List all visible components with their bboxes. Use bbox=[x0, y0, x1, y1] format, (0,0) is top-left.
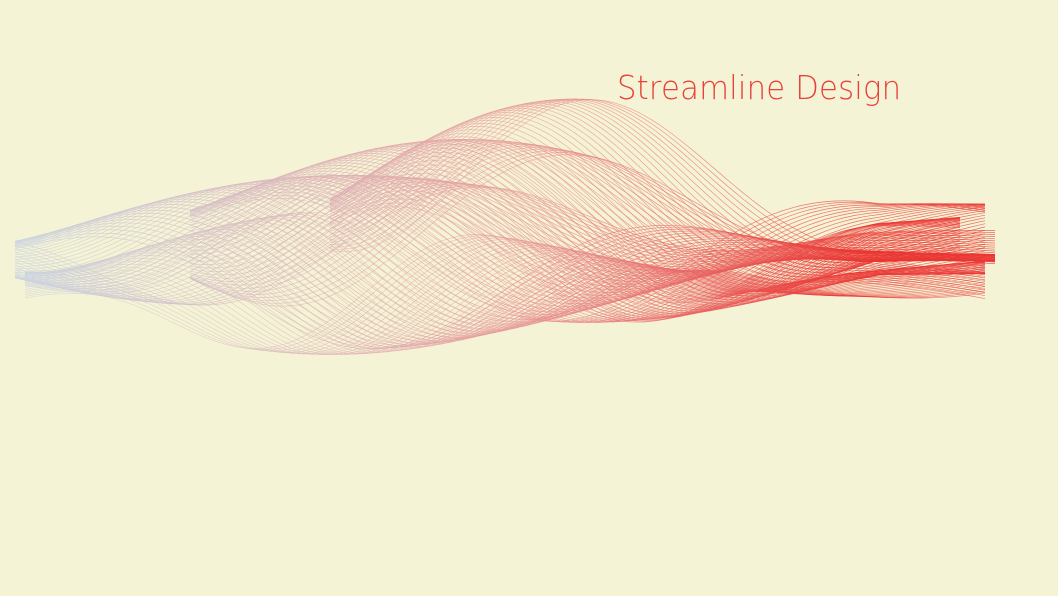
page-title: Streamline Design bbox=[617, 68, 902, 107]
wave-ribbons bbox=[14, 98, 996, 356]
background-canvas: Streamline Design bbox=[0, 0, 1058, 596]
